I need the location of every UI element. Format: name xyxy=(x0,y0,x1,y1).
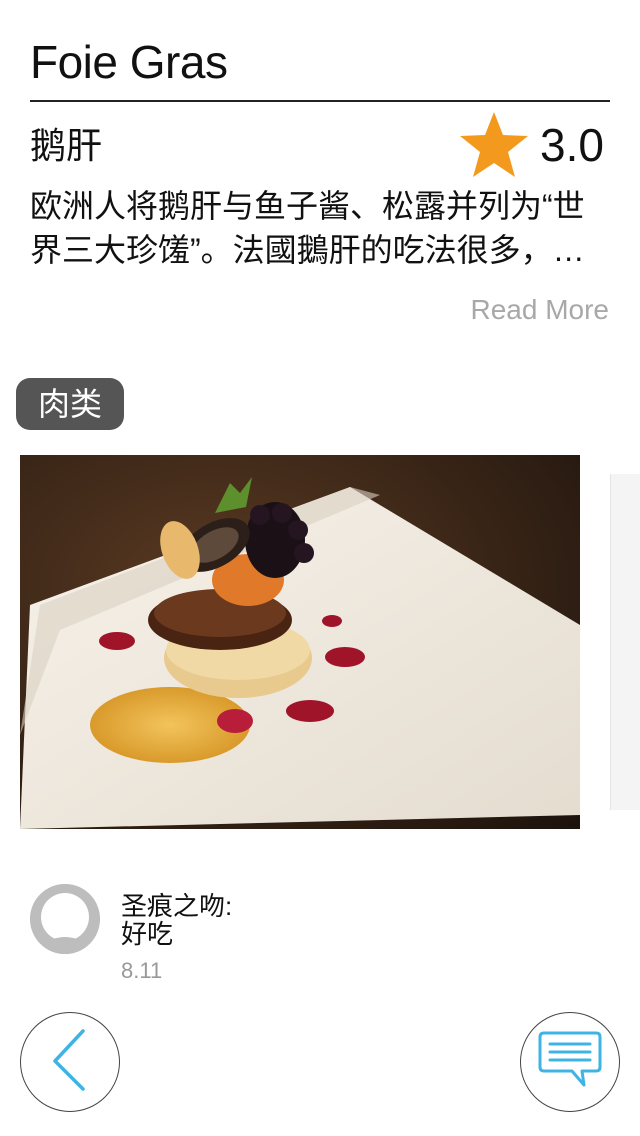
back-button[interactable] xyxy=(20,1012,120,1112)
dish-chinese-name: 鹅肝 xyxy=(30,125,103,166)
dish-title: Foie Gras xyxy=(30,36,228,88)
rating-value: 3.0 xyxy=(540,119,604,171)
category-tag[interactable]: 肉类 xyxy=(16,378,125,430)
comment-author: 圣痕之吻: xyxy=(121,891,233,921)
rating: 3.0 xyxy=(458,108,604,182)
comment-button[interactable] xyxy=(520,1012,620,1112)
next-photo-peek[interactable] xyxy=(610,474,640,810)
chat-bubble-icon xyxy=(538,1029,602,1096)
comment-item: 圣痕之吻: 好吃 8.11 xyxy=(30,884,610,994)
star-icon xyxy=(458,110,530,180)
read-more-link[interactable]: Read More xyxy=(470,292,609,328)
default-avatar-icon xyxy=(30,884,100,954)
comment-date: 8.11 xyxy=(121,958,163,983)
back-chevron-icon xyxy=(45,1025,95,1100)
photo-gallery[interactable] xyxy=(0,454,640,830)
comment-text: 好吃 xyxy=(121,919,174,949)
plated-foie-gras-photo[interactable] xyxy=(20,455,580,829)
title-divider xyxy=(30,100,610,102)
dish-description: 欧洲人将鹅肝与鱼子酱、松露并列为“世界三大珍馐”。法國鵝肝的吃法很多，可以煎、烤… xyxy=(30,188,585,268)
